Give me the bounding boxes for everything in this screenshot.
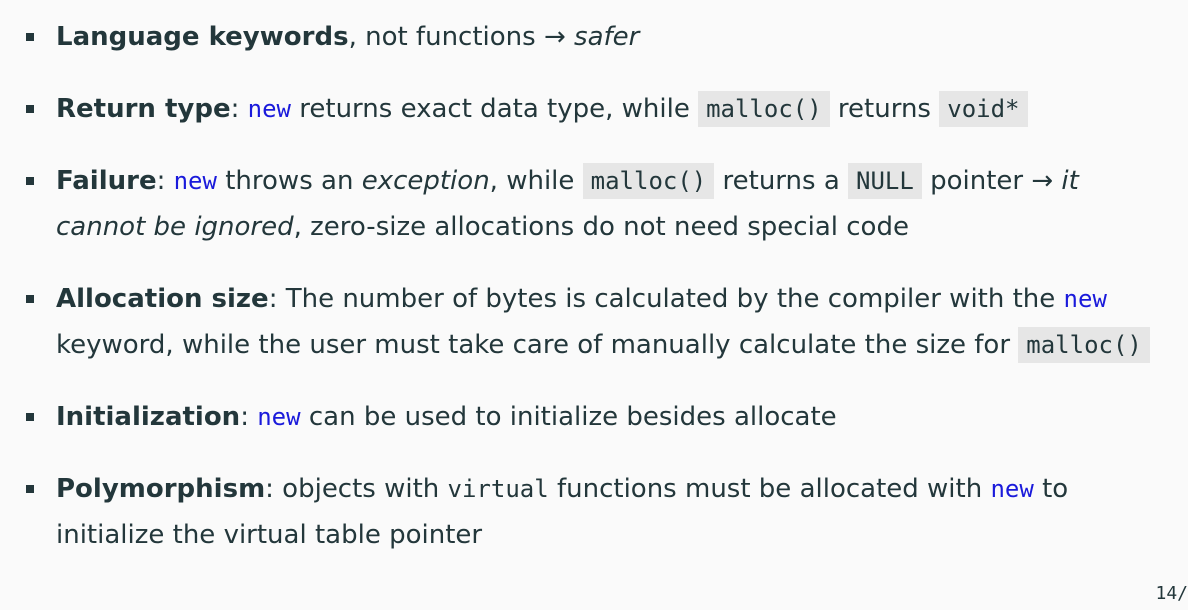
bullet-term: Language keywords bbox=[56, 22, 349, 52]
keyword-new: new bbox=[990, 475, 1034, 503]
bullet-text: : bbox=[156, 166, 174, 196]
bullet-polymorphism: Polymorphism: objects with virtual funct… bbox=[26, 466, 1166, 558]
bullet-text: : The number of bytes is calculated by t… bbox=[268, 284, 1064, 314]
keyword-new: new bbox=[173, 167, 217, 195]
keyword-new: new bbox=[1063, 285, 1107, 313]
bullet-allocation-size: Allocation size: The number of bytes is … bbox=[26, 276, 1166, 368]
bullet-term: Failure bbox=[56, 166, 157, 196]
bullet-text: can be used to initialize besides alloca… bbox=[300, 402, 837, 432]
bullet-text: , while bbox=[489, 166, 583, 196]
bullet-marker bbox=[26, 413, 34, 421]
bullet-return-type: Return type: new returns exact data type… bbox=[26, 86, 1166, 132]
code-void-pointer: void* bbox=[939, 91, 1028, 127]
code-malloc: malloc() bbox=[1018, 327, 1150, 363]
bullet-failure: Failure: new throws an exception, while … bbox=[26, 158, 1166, 250]
bullet-text: returns a bbox=[714, 166, 849, 196]
bullet-language-keywords: Language keywords, not functions → safer bbox=[26, 14, 1166, 60]
code-null: NULL bbox=[848, 163, 922, 199]
emphasis-text: safer bbox=[574, 22, 640, 52]
bullet-term: Allocation size bbox=[56, 284, 269, 314]
bullet-marker bbox=[26, 485, 34, 493]
bullet-text: functions must be allocated with bbox=[548, 474, 991, 504]
bullet-marker bbox=[26, 33, 34, 41]
bullet-text: returns bbox=[829, 94, 940, 124]
keyword-new: new bbox=[257, 403, 301, 431]
bullet-marker bbox=[26, 105, 34, 113]
bullet-list: Language keywords, not functions → safer… bbox=[26, 14, 1166, 558]
bullet-marker bbox=[26, 177, 34, 185]
keyword-new: new bbox=[247, 95, 291, 123]
page-number: 14/ bbox=[1155, 583, 1188, 604]
bullet-text: , not functions bbox=[348, 22, 544, 52]
arrow-symbol: → bbox=[543, 22, 566, 52]
bullet-text: pointer bbox=[921, 166, 1032, 196]
bullet-text: : bbox=[240, 402, 258, 432]
slide: Language keywords, not functions → safer… bbox=[0, 0, 1188, 610]
code-malloc: malloc() bbox=[582, 163, 715, 199]
arrow-symbol: → bbox=[1031, 166, 1054, 196]
bullet-text: throws an bbox=[216, 166, 362, 196]
bullet-term: Initialization bbox=[56, 402, 241, 432]
bullet-text: returns exact data type, while bbox=[291, 94, 699, 124]
bullet-initialization: Initialization: new can be used to initi… bbox=[26, 394, 1166, 440]
bullet-term: Polymorphism bbox=[56, 474, 266, 504]
code-virtual: virtual bbox=[447, 475, 549, 503]
code-malloc: malloc() bbox=[698, 91, 830, 127]
bullet-text: , zero-size allocations do not need spec… bbox=[293, 212, 909, 242]
emphasis-text: exception bbox=[361, 166, 490, 196]
bullet-marker bbox=[26, 295, 34, 303]
bullet-text: : objects with bbox=[265, 474, 448, 504]
bullet-text: : bbox=[230, 94, 248, 124]
bullet-term: Return type bbox=[56, 94, 231, 124]
bullet-text: keyword, while the user must take care o… bbox=[56, 330, 1019, 360]
